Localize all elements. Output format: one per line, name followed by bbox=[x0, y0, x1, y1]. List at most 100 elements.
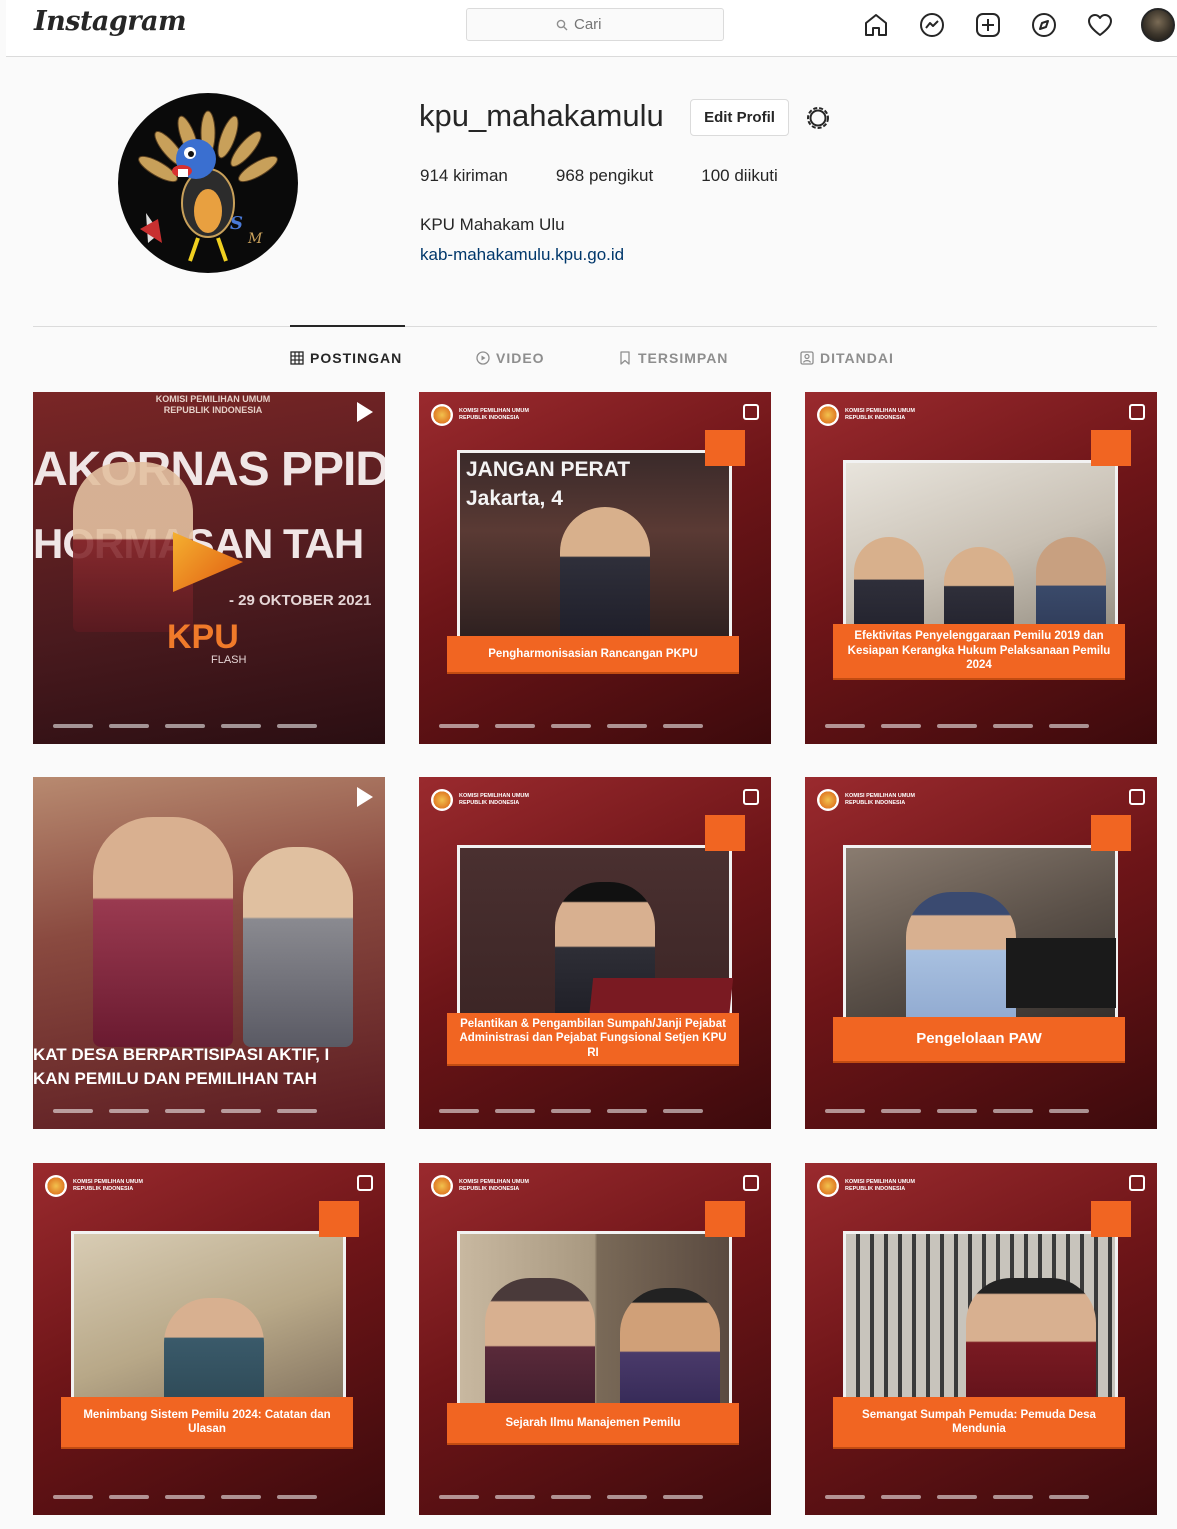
kpu-header: KOMISI PEMILIHAN UMUM REPUBLIK INDONESIA bbox=[431, 789, 529, 811]
active-tab-indicator bbox=[290, 325, 405, 327]
post-photo bbox=[843, 845, 1118, 1045]
top-nav: Instagram bbox=[6, 0, 1177, 57]
following-count[interactable]: 100 diikuti bbox=[701, 166, 778, 186]
followers-count[interactable]: 968 pengikut bbox=[556, 166, 653, 186]
decor-square bbox=[705, 1201, 745, 1237]
kpu-header: KOMISI PEMILIHAN UMUM REPUBLIK INDONESIA bbox=[817, 789, 915, 811]
kpu-header: KOMISI PEMILIHAN UMUM REPUBLIK INDONESIA bbox=[431, 1175, 529, 1197]
video-play-icon bbox=[357, 402, 373, 422]
post-footer bbox=[439, 1495, 751, 1501]
profile-website-link[interactable]: kab-mahakamulu.kpu.go.id bbox=[420, 245, 624, 265]
activity-heart-icon[interactable] bbox=[1085, 10, 1115, 40]
post-tile[interactable]: KOMISI PEMILIHAN UMUM REPUBLIK INDONESIA … bbox=[419, 392, 771, 744]
post-title-line2: KAN PEMILU DAN PEMILIHAN TAH bbox=[33, 1069, 317, 1088]
carousel-icon bbox=[743, 789, 759, 805]
post-tile[interactable]: KAT DESA BERPARTISIPASI AKTIF, I KAN PEM… bbox=[33, 777, 385, 1129]
nav-icons bbox=[861, 8, 1175, 42]
search-bar[interactable] bbox=[466, 8, 724, 41]
kpu-header: KOMISI PEMILIHAN UMUM REPUBLIK INDONESIA bbox=[817, 404, 915, 426]
post-footer bbox=[53, 1495, 365, 1501]
tabs-divider bbox=[33, 326, 1157, 327]
profile-picture[interactable]: S M bbox=[118, 93, 298, 273]
post-tile[interactable]: KOMISI PEMILIHAN UMUM REPUBLIK INDONESIA … bbox=[805, 777, 1157, 1129]
carousel-icon bbox=[1129, 1175, 1145, 1191]
person-photo bbox=[243, 847, 353, 1047]
post-caption: Pengharmonisasian Rancangan PKPU bbox=[447, 636, 739, 672]
profile-username: kpu_mahakamulu bbox=[419, 98, 664, 133]
post-photo-text: JANGAN PERAT Jakarta, 4 bbox=[466, 458, 631, 511]
kpu-header: KOMISI PEMILIHAN UMUM REPUBLIK INDONESIA bbox=[45, 1175, 143, 1197]
home-icon[interactable] bbox=[861, 10, 891, 40]
decor-square bbox=[1091, 815, 1131, 851]
edit-profile-button[interactable]: Edit Profil bbox=[690, 99, 789, 136]
post-footer bbox=[53, 724, 365, 730]
decor-square bbox=[705, 430, 745, 466]
post-tile[interactable]: KOMISI PEMILIHAN UMUM REPUBLIK INDONESIA … bbox=[805, 392, 1157, 744]
profile-stats: 914 kiriman 968 pengikut 100 diikuti bbox=[420, 166, 826, 186]
kpu-logo-icon bbox=[817, 1175, 839, 1197]
settings-gear-icon[interactable] bbox=[803, 103, 833, 133]
post-tile[interactable]: KOMISI PEMILIHAN UMUM REPUBLIK INDONESIA … bbox=[805, 1163, 1157, 1515]
post-header-text: KOMISI PEMILIHAN UMUM REPUBLIK INDONESIA bbox=[155, 394, 271, 415]
tab-tagged[interactable]: DITANDAI bbox=[800, 350, 894, 366]
explore-icon[interactable] bbox=[1029, 10, 1059, 40]
post-title-line1: KAT DESA BERPARTISIPASI AKTIF, I bbox=[33, 1045, 330, 1064]
kpu-logo-icon bbox=[431, 1175, 453, 1197]
post-footer bbox=[825, 1109, 1137, 1115]
posts-count: 914 kiriman bbox=[420, 166, 508, 185]
video-play-icon bbox=[357, 787, 373, 807]
tab-tagged-label: DITANDAI bbox=[820, 350, 894, 366]
svg-text:S: S bbox=[230, 213, 243, 234]
post-footer bbox=[439, 724, 751, 730]
tab-posts[interactable]: POSTINGAN bbox=[290, 350, 402, 366]
post-caption: Semangat Sumpah Pemuda: Pemuda Desa Mend… bbox=[833, 1397, 1125, 1447]
kpu-logo-icon bbox=[817, 789, 839, 811]
post-tile[interactable]: KOMISI PEMILIHAN UMUM REPUBLIK INDONESIA … bbox=[419, 1163, 771, 1515]
kpu-logo-icon bbox=[431, 789, 453, 811]
tab-video-label: VIDEO bbox=[496, 350, 545, 366]
kpu-logo-icon bbox=[817, 404, 839, 426]
kpu-header: KOMISI PEMILIHAN UMUM REPUBLIK INDONESIA bbox=[817, 1175, 915, 1197]
post-tile[interactable]: KOMISI PEMILIHAN UMUM REPUBLIK INDONESIA … bbox=[419, 777, 771, 1129]
tab-posts-label: POSTINGAN bbox=[310, 350, 403, 366]
decor-square bbox=[1091, 430, 1131, 466]
carousel-icon bbox=[357, 1175, 373, 1191]
post-tile[interactable]: KOMISI PEMILIHAN UMUM REPUBLIK INDONESIA … bbox=[33, 1163, 385, 1515]
tab-video[interactable]: VIDEO bbox=[476, 350, 545, 366]
post-footer bbox=[439, 1109, 751, 1115]
search-input[interactable] bbox=[574, 16, 634, 33]
tagged-icon bbox=[800, 351, 814, 365]
carousel-icon bbox=[1129, 404, 1145, 420]
post-caption: Pengelolaan PAW bbox=[833, 1017, 1125, 1061]
post-footer bbox=[825, 1495, 1137, 1501]
post-date-text: - 29 OKTOBER 2021 bbox=[229, 592, 372, 609]
post-caption: Pelantikan & Pengambilan Sumpah/Janji Pe… bbox=[447, 1013, 739, 1065]
profile-avatar[interactable] bbox=[1141, 8, 1175, 42]
post-caption: Menimbang Sistem Pemilu 2024: Catatan da… bbox=[61, 1397, 353, 1447]
messenger-icon[interactable] bbox=[917, 10, 947, 40]
profile-full-name: KPU Mahakam Ulu bbox=[420, 215, 565, 234]
new-post-icon[interactable] bbox=[973, 10, 1003, 40]
bookmark-icon bbox=[620, 351, 630, 365]
video-icon bbox=[476, 351, 490, 365]
decor-square bbox=[705, 815, 745, 851]
kpu-flash-brand: KPU bbox=[167, 618, 239, 656]
tab-saved-label: TERSIMPAN bbox=[638, 350, 729, 366]
post-footer bbox=[53, 1109, 365, 1115]
post-photo: JANGAN PERAT Jakarta, 4 bbox=[457, 450, 732, 650]
instagram-logo[interactable]: Instagram bbox=[34, 6, 187, 37]
decor-square bbox=[319, 1201, 359, 1237]
kpu-header: KOMISI PEMILIHAN UMUM REPUBLIK INDONESIA bbox=[431, 404, 529, 426]
post-photo bbox=[457, 1231, 732, 1431]
tab-saved[interactable]: TERSIMPAN bbox=[618, 350, 728, 366]
kpu-logo-icon bbox=[431, 404, 453, 426]
decor-square bbox=[1091, 1201, 1131, 1237]
kpu-logo-icon bbox=[45, 1175, 67, 1197]
post-caption: Sejarah Ilmu Manajemen Pemilu bbox=[447, 1403, 739, 1443]
post-tile[interactable]: KOMISI PEMILIHAN UMUM REPUBLIK INDONESIA… bbox=[33, 392, 385, 744]
person-photo bbox=[93, 817, 233, 1047]
grid-icon bbox=[290, 351, 304, 365]
carousel-icon bbox=[1129, 789, 1145, 805]
post-caption: Efektivitas Penyelenggaraan Pemilu 2019 … bbox=[833, 624, 1125, 678]
kpu-flash-sub: FLASH bbox=[211, 654, 247, 666]
